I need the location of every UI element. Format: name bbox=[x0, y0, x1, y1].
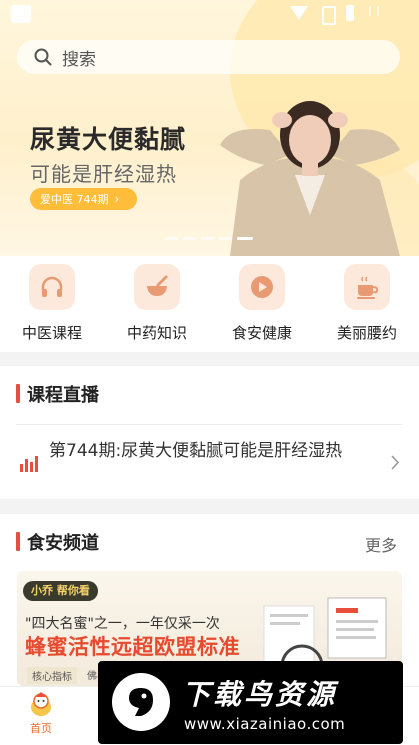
wifi-icon bbox=[290, 6, 308, 20]
category-menu: 中医课程 中药知识 食安健康 美丽腰约 bbox=[0, 256, 419, 352]
status-bar: I I bbox=[0, 0, 419, 28]
search-bar[interactable]: 搜索 bbox=[17, 40, 400, 74]
watermark-brand: 下载鸟资源 bbox=[182, 678, 338, 711]
menu-item-herb-knowledge[interactable]: 中药知识 bbox=[107, 264, 207, 343]
banner-title: 尿黄大便黏腻 bbox=[30, 120, 191, 157]
more-link[interactable]: 更多 bbox=[365, 532, 397, 556]
menu-item-beauty-waist[interactable]: 美丽腰约 bbox=[317, 264, 417, 343]
banner-woman-illustration bbox=[220, 101, 400, 256]
mortar-icon bbox=[134, 264, 180, 310]
status-text: I I bbox=[368, 5, 380, 20]
tab-label: 首页 bbox=[30, 722, 52, 735]
chevron-right-icon[interactable] bbox=[390, 454, 400, 471]
pagination-dot[interactable] bbox=[219, 237, 232, 240]
play-icon bbox=[239, 264, 285, 310]
sim-icon bbox=[322, 6, 336, 25]
menu-item-food-safety[interactable]: 食安健康 bbox=[212, 264, 312, 343]
tab-home[interactable]: 首页 bbox=[11, 691, 71, 736]
app-notification-icon bbox=[11, 5, 31, 23]
pagination-dot-active[interactable] bbox=[237, 237, 253, 240]
promo-logo: 小乔 帮你看 bbox=[23, 581, 98, 601]
banner-subtitle: 可能是肝经湿热 bbox=[30, 162, 177, 186]
watermark-url: www.xiazainiao.com bbox=[184, 715, 346, 733]
chevron-right-icon: › bbox=[114, 192, 120, 206]
pagination-dot[interactable] bbox=[201, 237, 214, 240]
promo-tag: 核心指标 bbox=[27, 667, 77, 684]
divider bbox=[16, 424, 403, 425]
section-title-food: 食安频道 bbox=[16, 529, 99, 555]
headphones-icon bbox=[29, 264, 75, 310]
search-placeholder: 搜索 bbox=[62, 49, 96, 70]
pagination-dot[interactable] bbox=[165, 237, 178, 240]
promo-headline: 蜂蜜活性远超欧盟标准 bbox=[25, 635, 240, 659]
search-icon bbox=[34, 48, 52, 66]
watermark-logo: 下载鸟资源 www.xiazainiao.com bbox=[98, 661, 403, 744]
section-title-live: 课程直播 bbox=[16, 381, 99, 407]
menu-label: 食安健康 bbox=[231, 324, 292, 342]
home-mascot-icon bbox=[31, 692, 51, 716]
banner-tag-label: 爱中医 744期 bbox=[40, 193, 109, 206]
hero-banner[interactable]: I I 搜索 尿黄大便黏腻 可能是肝经湿热 爱中医 744期 › bbox=[0, 0, 419, 256]
live-bars-icon bbox=[20, 456, 38, 472]
coffee-cup-icon bbox=[344, 264, 390, 310]
pagination-dot[interactable] bbox=[183, 237, 196, 240]
menu-label: 美丽腰约 bbox=[336, 324, 397, 342]
menu-label: 中医课程 bbox=[21, 324, 82, 342]
menu-item-tcm-course[interactable]: 中医课程 bbox=[2, 264, 102, 343]
menu-label: 中药知识 bbox=[126, 324, 187, 342]
banner-tag-button[interactable]: 爱中医 744期 › bbox=[30, 188, 137, 210]
banner-pagination bbox=[165, 237, 253, 240]
battery-icon bbox=[346, 5, 354, 21]
promo-subtitle: "四大名蜜"之一，一年仅采一次 bbox=[25, 616, 220, 632]
bird-logo-icon bbox=[112, 673, 170, 731]
live-lesson-title[interactable]: 第744期:尿黄大便黏腻可能是肝经湿热 bbox=[49, 439, 369, 463]
